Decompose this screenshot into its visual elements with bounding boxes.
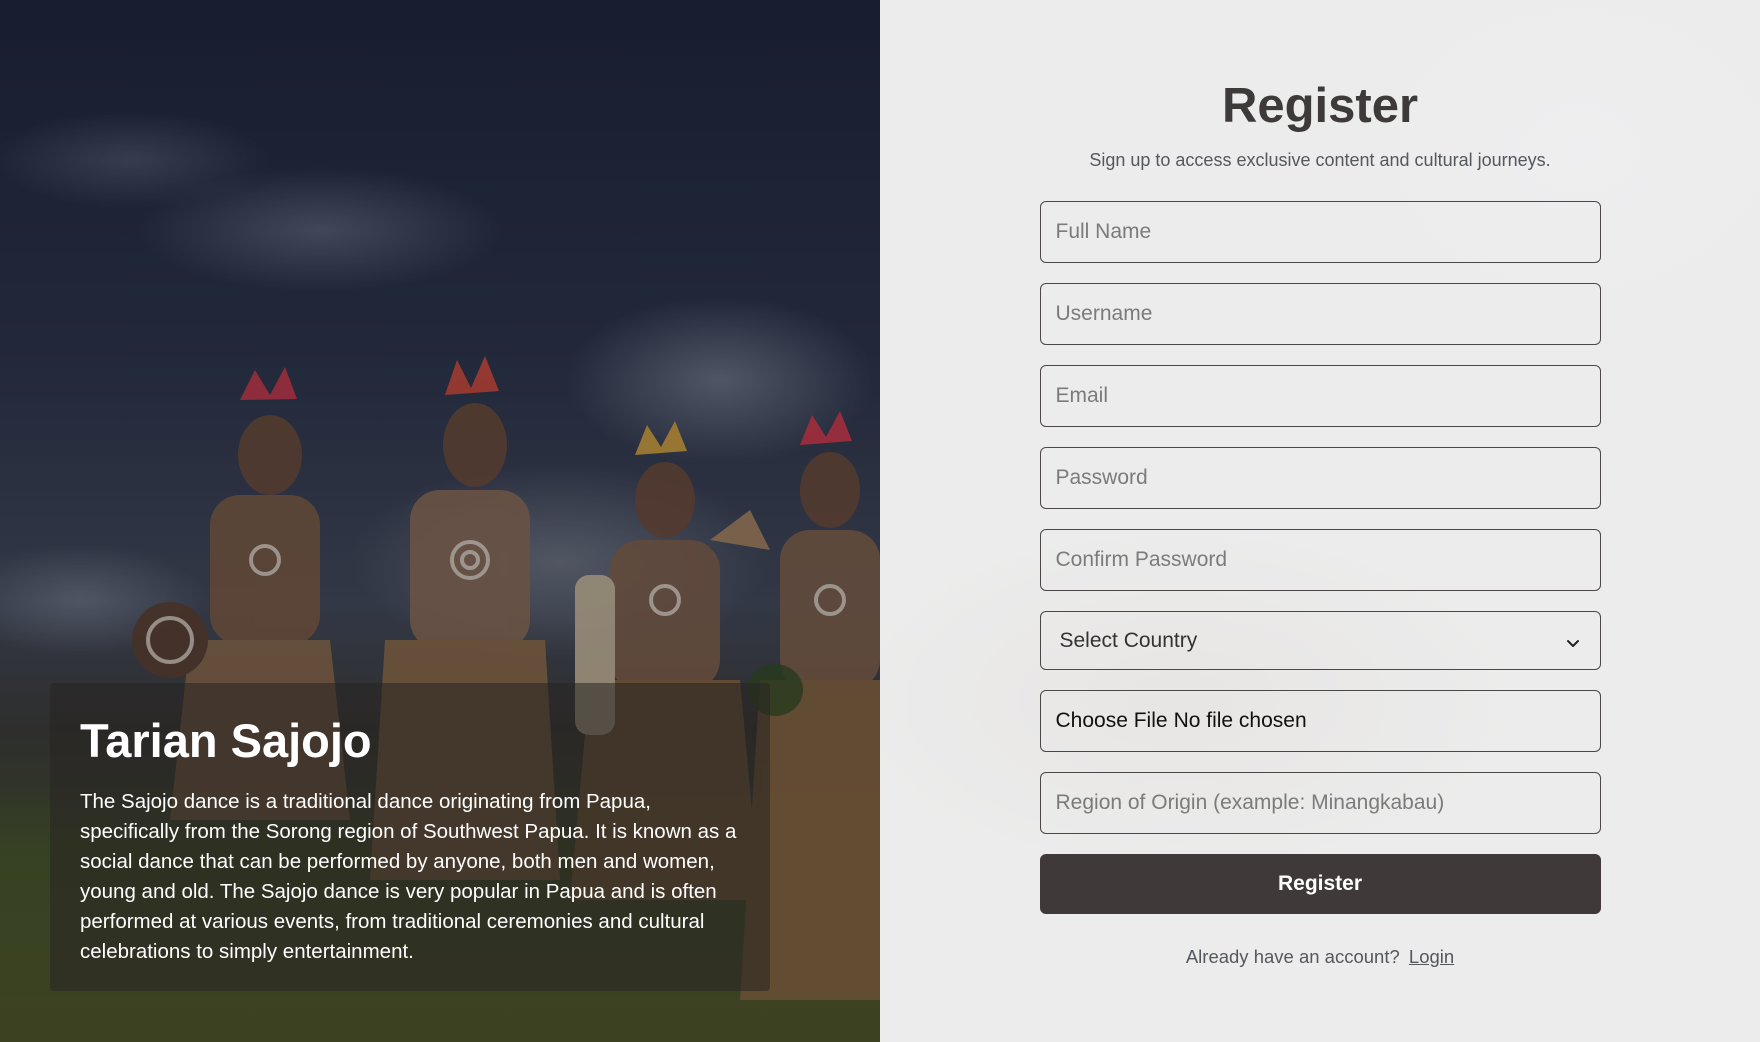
file-status-text: No file chosen [1173, 709, 1307, 732]
username-input[interactable] [1039, 283, 1601, 345]
hero-title: Tarian Sajojo [80, 714, 372, 767]
confirm-password-input[interactable] [1039, 529, 1601, 591]
login-link[interactable]: Login [1409, 946, 1454, 967]
hero-panel: Tarian Sajojo The Sajojo dance is a trad… [0, 0, 880, 1042]
page-subtitle: Sign up to access exclusive content and … [1089, 150, 1551, 170]
hero-description: The Sajojo dance is a traditional dance … [80, 789, 737, 963]
register-page: Tarian Sajojo The Sajojo dance is a trad… [0, 0, 1760, 1042]
login-prompt-row: Already have an account? Login [1186, 946, 1454, 968]
region-input[interactable] [1039, 772, 1601, 834]
country-select-value: Select Country [1059, 628, 1198, 652]
register-form: Select Country Choose File No file chose… [1039, 201, 1601, 914]
chevron-down-icon [1565, 633, 1581, 649]
choose-file-button[interactable]: Choose File [1056, 709, 1168, 733]
full-name-input[interactable] [1039, 201, 1601, 263]
photo-file-input[interactable]: Choose File No file chosen [1039, 690, 1601, 752]
email-input[interactable] [1039, 365, 1601, 427]
country-select-wrapper: Select Country [1039, 611, 1601, 670]
login-prompt-text: Already have an account? [1185, 946, 1400, 967]
page-title: Register [1221, 79, 1419, 133]
country-select[interactable]: Select Country [1039, 611, 1601, 670]
hero-caption: Tarian Sajojo The Sajojo dance is a trad… [50, 683, 770, 991]
register-button[interactable]: Register [1039, 854, 1601, 914]
password-input[interactable] [1039, 447, 1601, 509]
register-panel: Register Sign up to access exclusive con… [880, 0, 1760, 1042]
